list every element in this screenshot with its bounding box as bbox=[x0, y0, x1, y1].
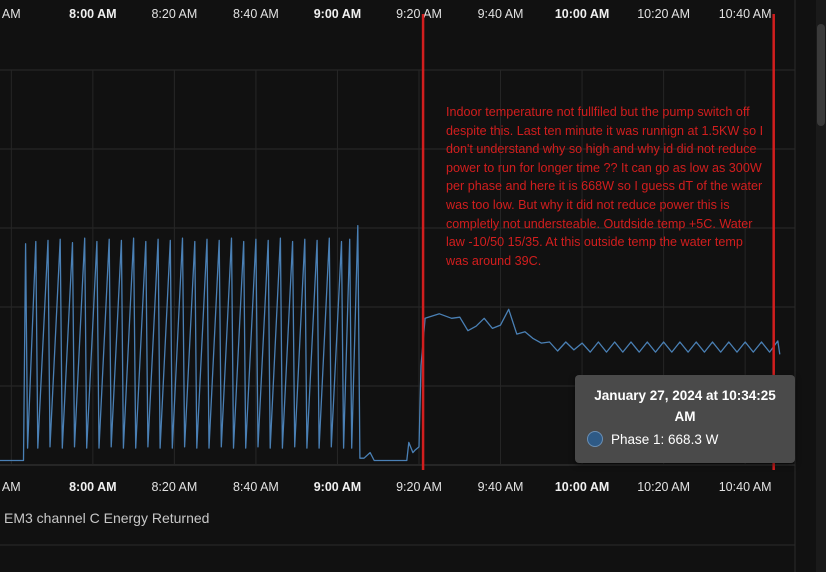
x-tick-label-bottom: 10:00 AM bbox=[555, 480, 609, 494]
hover-tooltip: January 27, 2024 at 10:34:25 AM Phase 1:… bbox=[575, 375, 795, 463]
x-tick-label-bottom: 9:20 AM bbox=[396, 480, 442, 494]
x-tick-label-bottom: 8:20 AM bbox=[151, 480, 197, 494]
x-tick-label-top: 9:20 AM bbox=[396, 7, 442, 21]
x-tick-label-top: 8:40 AM bbox=[233, 7, 279, 21]
x-tick-label-top: 8:20 AM bbox=[151, 7, 197, 21]
x-tick-label-bottom: 10:40 AM bbox=[719, 480, 772, 494]
tooltip-series-value: Phase 1: 668.3 W bbox=[611, 431, 719, 447]
x-tick-label-bottom: 10:20 AM bbox=[637, 480, 690, 494]
chart-canvas: AM AM 8:00 AM 8:00 AM 8:20 AM 8:20 AM 8:40 AM 8… bbox=[0, 0, 796, 572]
x-tick-label-top: 9:00 AM bbox=[314, 7, 361, 21]
x-tick-label-bottom: 9:00 AM bbox=[314, 480, 361, 494]
scrollbar-thumb[interactable] bbox=[817, 24, 825, 126]
x-tick-label-top: 10:00 AM bbox=[555, 7, 609, 21]
x-tick-label-bottom: AM bbox=[2, 480, 21, 494]
x-tick-label-top: AM bbox=[2, 7, 21, 21]
x-tick-label-bottom: 8:40 AM bbox=[233, 480, 279, 494]
x-tick-label-bottom: 9:40 AM bbox=[478, 480, 524, 494]
x-tick-label-top: 9:40 AM bbox=[478, 7, 524, 21]
tooltip-series-row: Phase 1: 668.3 W bbox=[587, 431, 718, 447]
legend-next-chart-title: EM3 channel C Energy Returned bbox=[4, 510, 210, 526]
tooltip-title: January 27, 2024 at 10:34:25 AM bbox=[594, 388, 776, 424]
x-tick-label-bottom: 8:00 AM bbox=[69, 480, 116, 494]
x-tick-label-top: 8:00 AM bbox=[69, 7, 116, 21]
annotation-text: Indoor temperature not fullfiled but the… bbox=[446, 105, 764, 268]
x-tick-label-top: 10:40 AM bbox=[719, 7, 772, 21]
x-tick-label-top: 10:20 AM bbox=[637, 7, 690, 21]
series-color-dot bbox=[587, 431, 603, 447]
